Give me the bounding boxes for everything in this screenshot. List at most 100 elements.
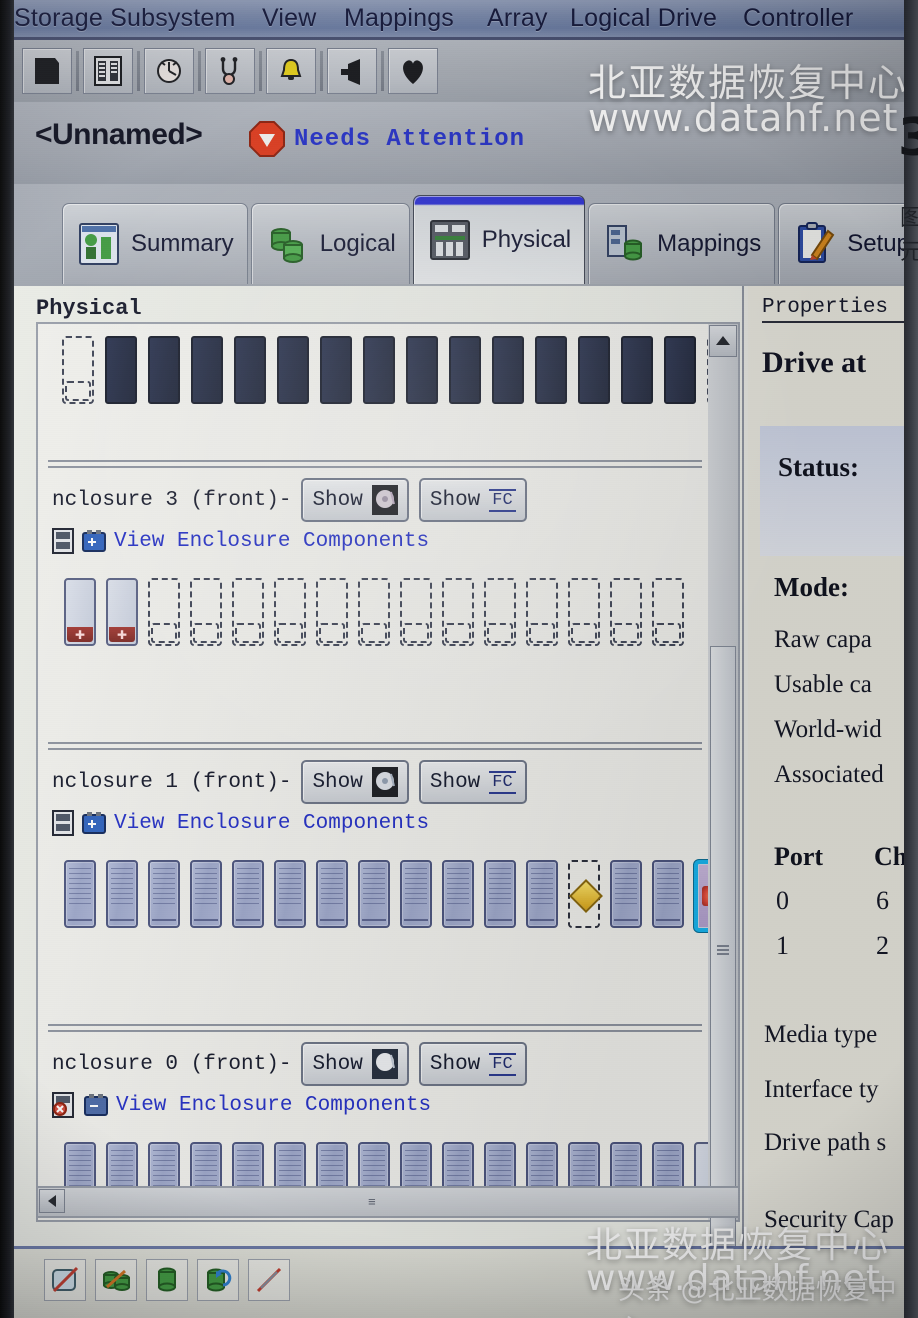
drive-slot[interactable]	[105, 336, 137, 404]
drive-slot[interactable]	[621, 336, 653, 404]
show-drive-button-enclosure-0[interactable]: Show	[301, 1042, 409, 1086]
locate-enclosure-icon[interactable]	[327, 48, 377, 94]
tab-strip: Summary Logical Physical Mappings Setup	[0, 184, 918, 286]
divider	[48, 1030, 702, 1032]
unresponsive-drive-icon[interactable]	[44, 1259, 86, 1301]
summary-icon	[76, 221, 122, 267]
scroll-left-button[interactable]	[39, 1189, 65, 1213]
subsystem-status-text: Needs Attention	[294, 126, 526, 153]
horizontal-scrollbar[interactable]: ≡	[36, 1186, 740, 1218]
drive-slot[interactable]	[526, 860, 558, 928]
show-drive-button-enclosure-1[interactable]: Show	[301, 760, 409, 804]
drive-slot[interactable]	[484, 860, 516, 928]
drive-slot-group: ✚ ✚	[64, 578, 684, 646]
property-label-raw-capacity: Raw capa	[774, 626, 872, 653]
tab-mappings-label: Mappings	[657, 230, 762, 257]
drive-slot[interactable]	[62, 336, 94, 404]
drive-slot[interactable]	[400, 578, 432, 646]
drive-slot[interactable]	[232, 578, 264, 646]
drive-slot[interactable]	[277, 336, 309, 404]
horizontal-scrollbar-thumb[interactable]: ≡	[368, 1195, 382, 1210]
vertical-scrollbar[interactable]	[708, 322, 740, 1248]
off-screen-text-2: 图	[900, 206, 918, 231]
drive-slot-warning[interactable]	[568, 860, 603, 928]
drive-slot[interactable]	[148, 336, 180, 404]
toolbar-separator	[259, 51, 262, 91]
menu-item-mappings[interactable]: Mappings	[344, 4, 454, 33]
drive-slot[interactable]	[400, 860, 432, 928]
drive-slot[interactable]	[664, 336, 696, 404]
tab-summary[interactable]: Summary	[62, 203, 248, 284]
drive-slot[interactable]	[442, 860, 474, 928]
drive-slot[interactable]	[316, 578, 348, 646]
menu-item-view[interactable]: View	[262, 4, 317, 33]
port-table-header-port: Port	[774, 842, 824, 871]
tab-setup[interactable]: Setup	[778, 203, 918, 284]
enclosure-tree[interactable]: nclosure 3 (front)- Show Show FC View En…	[36, 322, 710, 1222]
drive-slot[interactable]	[64, 860, 96, 928]
view-enclosure-icon[interactable]	[83, 48, 133, 94]
needs-attention-octagon-icon[interactable]	[248, 120, 286, 158]
tab-physical[interactable]: Physical	[412, 195, 586, 284]
battery-icon	[83, 1092, 109, 1118]
support-icon[interactable]	[388, 48, 438, 94]
drive-slot[interactable]	[578, 336, 610, 404]
drive-slot[interactable]	[406, 336, 438, 404]
drive-slot[interactable]	[148, 578, 180, 646]
show-fc-button-enclosure-0[interactable]: Show FC	[418, 1042, 527, 1086]
screenshot-root: Storage Subsystem View Mappings Array Lo…	[0, 0, 918, 1318]
drive-slot[interactable]	[358, 860, 390, 928]
show-fc-button-enclosure-3[interactable]: Show FC	[418, 478, 527, 522]
drive-slot[interactable]	[610, 578, 642, 646]
drive-slot[interactable]	[492, 336, 524, 404]
view-enclosure-components-link-3[interactable]: View Enclosure Components	[114, 530, 429, 553]
menu-item-array[interactable]: Array	[487, 4, 548, 33]
drive-slot[interactable]	[274, 578, 306, 646]
drive-slot[interactable]	[320, 336, 352, 404]
setup-icon	[792, 221, 838, 267]
drive-slot[interactable]	[358, 578, 390, 646]
drive-slot[interactable]: ✚	[64, 578, 96, 646]
view-enclosure-components-link-1[interactable]: View Enclosure Components	[114, 812, 429, 835]
drive-slot[interactable]	[652, 860, 684, 928]
drive-slot[interactable]	[190, 578, 222, 646]
drive-slot[interactable]	[535, 336, 567, 404]
degraded-array-icon[interactable]	[95, 1259, 137, 1301]
drive-slot[interactable]	[191, 336, 223, 404]
scroll-up-button[interactable]	[709, 325, 737, 357]
view-enclosure-components-link-0[interactable]: View Enclosure Components	[116, 1094, 431, 1117]
drive-slot[interactable]	[232, 860, 264, 928]
recovery-guru-icon[interactable]	[205, 48, 255, 94]
drive-slot[interactable]	[610, 860, 642, 928]
drive-slot[interactable]	[234, 336, 266, 404]
drive-slot[interactable]	[568, 578, 600, 646]
menu-item-logical-drive[interactable]: Logical Drive	[570, 4, 717, 33]
drive-slot[interactable]	[652, 578, 684, 646]
show-button-label: Show	[312, 1052, 363, 1076]
drive-slot[interactable]: ✚	[106, 578, 138, 646]
syncing-volume-icon[interactable]	[197, 1259, 239, 1301]
disabled-feature-icon[interactable]	[248, 1259, 290, 1301]
drive-slot[interactable]	[484, 578, 516, 646]
create-logical-drive-icon[interactable]	[22, 48, 72, 94]
menu-item-controller[interactable]: Controller	[743, 4, 853, 33]
drive-slot[interactable]	[442, 578, 474, 646]
drive-slot[interactable]	[316, 860, 348, 928]
drive-slot[interactable]	[148, 860, 180, 928]
drive-slot[interactable]	[363, 336, 395, 404]
drive-slot[interactable]	[106, 860, 138, 928]
drive-slot[interactable]	[526, 578, 558, 646]
alert-notification-icon[interactable]	[266, 48, 316, 94]
optimal-volume-icon[interactable]	[146, 1259, 188, 1301]
show-drive-button-enclosure-3[interactable]: Show	[301, 478, 409, 522]
drive-slot[interactable]	[449, 336, 481, 404]
tab-mappings[interactable]: Mappings	[588, 203, 776, 284]
show-fc-button-enclosure-1[interactable]: Show FC	[418, 760, 527, 804]
tab-logical[interactable]: Logical	[250, 203, 410, 284]
drive-slot[interactable]	[274, 860, 306, 928]
drive-slot[interactable]	[190, 860, 222, 928]
vertical-scrollbar-thumb[interactable]	[710, 646, 736, 1248]
monitor-performance-icon[interactable]	[144, 48, 194, 94]
physical-pane: Physical nclosure 3 (front)- Show Show F…	[14, 286, 744, 1248]
menu-item-storage-subsystem[interactable]: Storage Subsystem	[14, 4, 236, 33]
